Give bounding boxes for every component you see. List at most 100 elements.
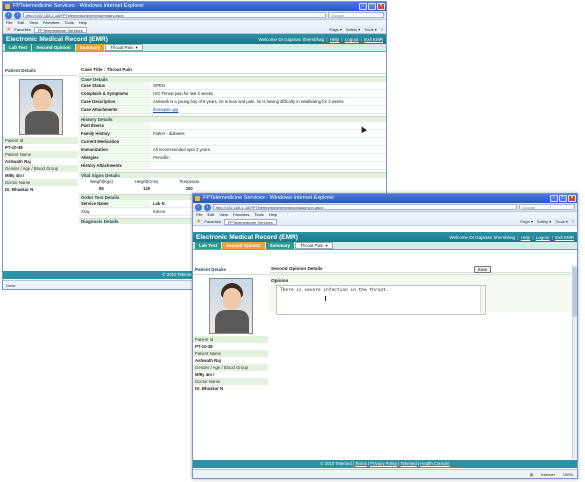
exit-emr-link[interactable]: Exit EMR: [364, 37, 383, 42]
safety-menu[interactable]: Safety ▾: [346, 27, 360, 32]
save-button[interactable]: Save: [474, 266, 491, 273]
page-scrollbar[interactable]: [572, 265, 577, 459]
safety-menu[interactable]: Safety ▾: [537, 219, 551, 224]
menu-favorites[interactable]: Favorites: [233, 212, 249, 218]
tab-summary[interactable]: Summary: [75, 44, 105, 51]
back-icon[interactable]: ‹: [5, 11, 12, 19]
url-field[interactable]: http://192.168.1.18/FPTelemedicine/emr/s…: [23, 12, 326, 18]
help-link[interactable]: Help: [521, 235, 530, 240]
tab-lab-test[interactable]: Lab Test: [195, 242, 222, 249]
menu-view[interactable]: View: [29, 20, 38, 26]
opinion-textarea[interactable]: There is severe infection in the throat.: [276, 285, 486, 315]
health-console-link[interactable]: Health Console: [420, 461, 449, 466]
case-select-value: Throat Pain: [110, 45, 134, 50]
terms-link[interactable]: Terms: [355, 461, 367, 466]
doctor-name-value: Dr. Bhaskar N: [193, 385, 268, 392]
gender-age-label: Gender / Age / Blood Group: [3, 165, 78, 172]
gender-age-value: M/8y 4m /: [3, 172, 78, 179]
privacy-policy-link[interactable]: Privacy Policy: [370, 461, 397, 466]
tab-summary[interactable]: Summary: [265, 242, 295, 249]
emr-header: Electronic Medical Record (EMR) Welcome …: [193, 232, 577, 242]
browser-tab[interactable]: FPTelemedicine Services: [33, 26, 87, 33]
telemed-link[interactable]: Telemed: [400, 461, 416, 466]
menu-help[interactable]: Help: [269, 212, 277, 218]
zoom-level[interactable]: 100%: [563, 470, 573, 478]
window-titlebar[interactable]: FPTelemedicine Services - Windows Intern…: [193, 194, 577, 203]
second-opinion-window[interactable]: FPTelemedicine Services - Windows Intern…: [192, 193, 578, 479]
second-opinion-header: Second Opinion Details: [269, 265, 571, 273]
close-button[interactable]: ×: [377, 3, 385, 10]
order-test-table: Service Name Lab N Xray Kanno: [79, 200, 194, 216]
window-controls: – □ ×: [359, 3, 385, 10]
favorites-bar: ★ Favorites FPTelemedicine Services Page…: [3, 26, 386, 34]
help-icon[interactable]: ?: [572, 219, 574, 224]
close-button[interactable]: ×: [568, 195, 576, 202]
table-row: Xray Kanno: [79, 207, 194, 216]
window-titlebar[interactable]: FPTelemedicine Services - Windows Intern…: [3, 2, 386, 11]
window-controls: – □ ×: [550, 195, 576, 202]
menu-tools[interactable]: Tools: [254, 212, 263, 218]
back-icon[interactable]: ‹: [195, 203, 202, 211]
table-row: Service Name Lab N: [79, 200, 194, 208]
header-links: Welcome Dr.Gajanan Shembhag | Help | Log…: [258, 36, 383, 42]
url-field[interactable]: http://192.168.1.18/FPTelemedicine/emr/s…: [213, 204, 517, 210]
favorites-label[interactable]: Favorites: [14, 27, 30, 32]
emr-title: Electronic Medical Record (EMR): [196, 233, 298, 241]
case-select[interactable]: Throat Pain ▾: [105, 44, 143, 51]
tools-menu[interactable]: Tools ▾: [364, 27, 376, 32]
menu-view[interactable]: View: [219, 212, 228, 218]
patient-id-label: Patient Id: [3, 137, 78, 144]
ie-icon: [5, 4, 10, 9]
minimize-button[interactable]: –: [550, 195, 558, 202]
attachment-link[interactable]: throatpain.jpg: [153, 107, 178, 112]
page-menu[interactable]: Page ▾: [520, 219, 532, 224]
menu-edit[interactable]: Edit: [17, 20, 24, 26]
logout-link[interactable]: Logout: [536, 235, 550, 240]
textarea-scrollbar[interactable]: [480, 287, 484, 313]
maximize-button[interactable]: □: [368, 3, 376, 10]
tab-second-opinion[interactable]: Second Opinion: [222, 242, 265, 249]
table-row: Case Attachments throatpain.jpg: [79, 105, 386, 114]
patient-name-label: Patient Name: [193, 350, 268, 357]
forward-icon[interactable]: ›: [14, 11, 21, 19]
minimize-button[interactable]: –: [359, 3, 367, 10]
page-menu[interactable]: Page ▾: [329, 27, 341, 32]
scrollbar-thumb[interactable]: [573, 267, 577, 317]
maximize-button[interactable]: □: [559, 195, 567, 202]
table-row: Past Illness: [79, 122, 386, 130]
menu-help[interactable]: Help: [79, 20, 87, 26]
forward-icon[interactable]: ›: [204, 203, 211, 211]
status-bar: ◍ Internet 100%: [193, 469, 577, 478]
menu-edit[interactable]: Edit: [207, 212, 214, 218]
gender-age-value: M/8y 4m /: [193, 371, 268, 378]
favorites-label[interactable]: Favorites: [204, 219, 220, 224]
table-row: Case Description Ashwath is a young boy o…: [79, 97, 386, 106]
tab-second-opinion[interactable]: Second Opinion: [32, 44, 75, 51]
browser-tab[interactable]: FPTelemedicine Services: [223, 218, 277, 225]
vital-signs-table: Weight(Kgs) Height(Cms) Temperatu 65 120 100: [79, 178, 209, 192]
search-input[interactable]: Google: [519, 204, 575, 210]
exit-emr-link[interactable]: Exit EMR: [555, 235, 574, 240]
patient-photo: [208, 278, 253, 334]
logout-link[interactable]: Logout: [345, 37, 359, 42]
star-icon[interactable]: ★: [6, 27, 11, 33]
doctor-name-value: Dr. Bhaskar N: [3, 186, 78, 193]
table-row: 65 120 100: [99, 186, 193, 191]
menu-favorites[interactable]: Favorites: [43, 20, 59, 26]
help-icon[interactable]: ?: [381, 27, 383, 32]
patient-name-value: Ashwath Raj: [193, 357, 268, 364]
tab-lab-test[interactable]: Lab Test: [5, 44, 32, 51]
status-text: Done: [6, 283, 16, 288]
case-select[interactable]: Throat Pain ▾: [295, 242, 333, 249]
doctor-name-label: Doctor Name: [3, 179, 78, 186]
star-icon[interactable]: ★: [196, 219, 201, 225]
tools-menu[interactable]: Tools ▾: [555, 219, 567, 224]
menu-tools[interactable]: Tools: [64, 20, 73, 26]
menu-file[interactable]: File: [196, 212, 202, 218]
patient-details-header: Patient Details: [3, 66, 78, 76]
search-input[interactable]: Google: [328, 12, 384, 18]
menu-file[interactable]: File: [6, 20, 12, 26]
chevron-down-icon: ▾: [325, 243, 328, 248]
help-link[interactable]: Help: [330, 37, 339, 42]
patient-details-header: Patient Details: [193, 265, 268, 275]
